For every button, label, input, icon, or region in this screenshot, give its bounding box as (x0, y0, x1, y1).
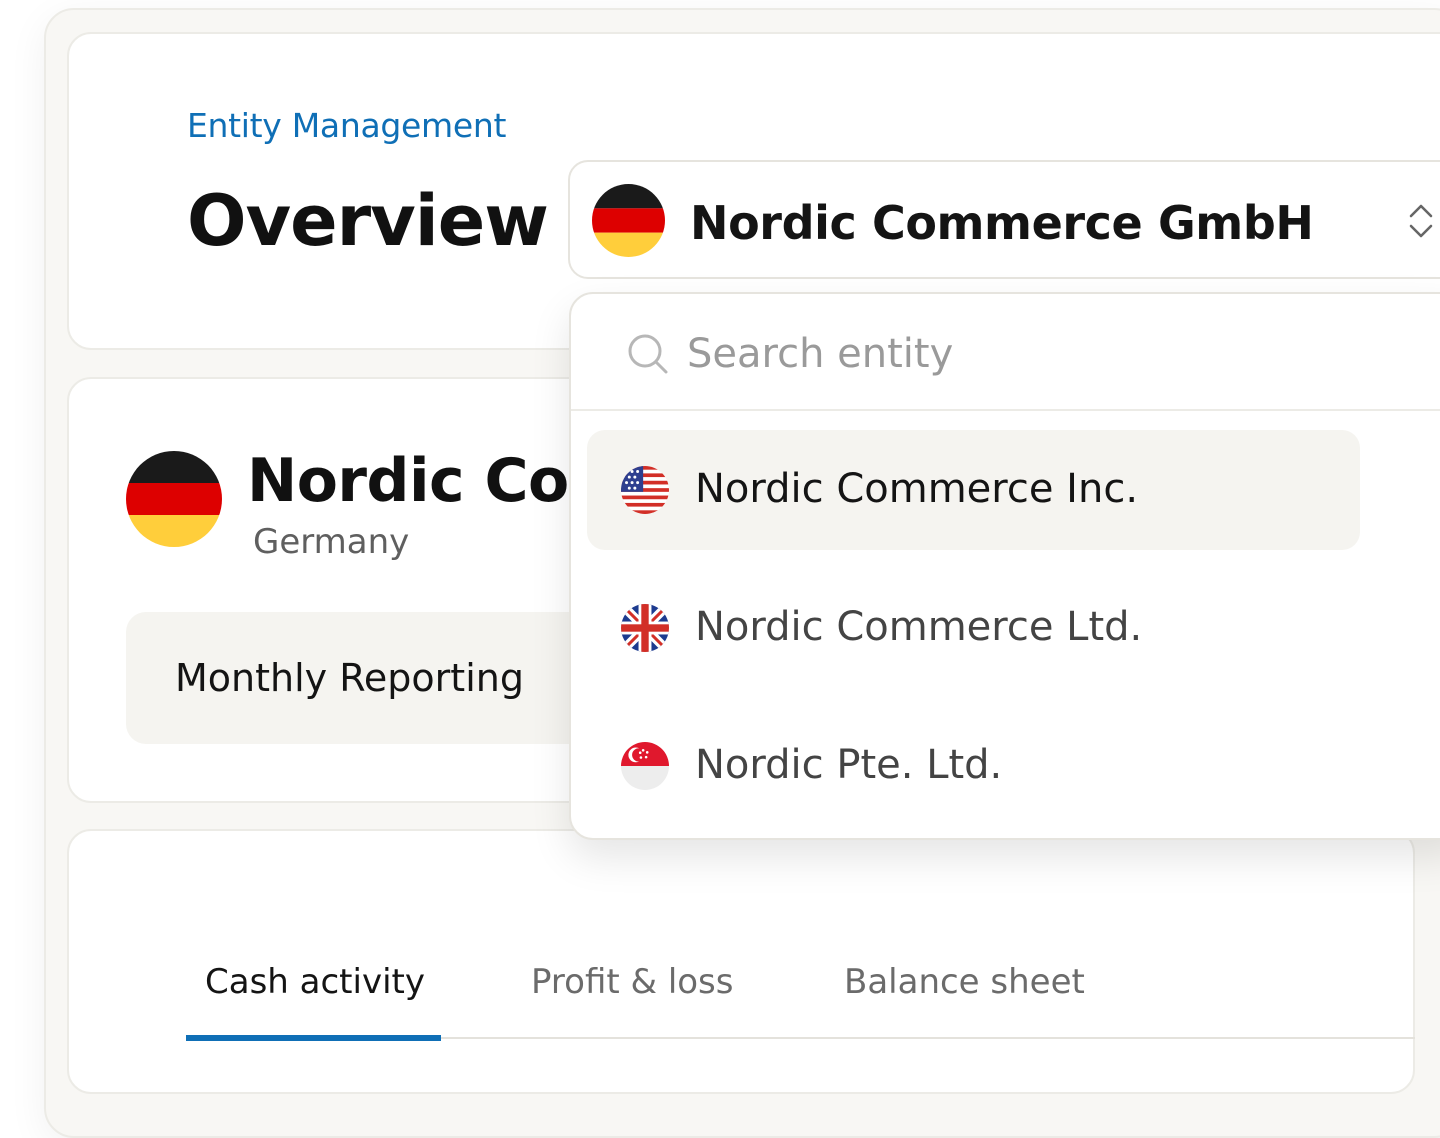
entity-option-label: Nordic Commerce Ltd. (695, 604, 1143, 650)
entity-country: Germany (253, 522, 410, 562)
active-tab-indicator (186, 1035, 441, 1041)
germany-flag-icon (592, 184, 665, 257)
usa-flag-icon (621, 466, 669, 514)
entity-name: Nordic Commerce GmbH (247, 446, 577, 516)
monthly-reporting-button[interactable]: Monthly Reporting (126, 612, 596, 744)
search-icon (628, 334, 668, 374)
tab-balance-sheet[interactable]: Balance sheet (844, 962, 1085, 1002)
selected-entity-label: Nordic Commerce GmbH (690, 196, 1314, 250)
search-entity-input[interactable] (687, 324, 1387, 384)
entity-option-us[interactable]: Nordic Commerce Inc. (587, 430, 1360, 550)
dropdown-divider (571, 409, 1440, 411)
breadcrumb[interactable]: Entity Management (187, 106, 506, 145)
germany-flag-icon (126, 451, 222, 547)
entity-option-uk[interactable]: Nordic Commerce Ltd. (587, 568, 1360, 688)
monthly-reporting-label: Monthly Reporting (175, 656, 524, 700)
singapore-flag-icon (621, 742, 669, 790)
entity-option-label: Nordic Commerce Inc. (695, 466, 1139, 512)
chevron-up-down-icon (1409, 204, 1433, 238)
tab-cash-activity[interactable]: Cash activity (205, 962, 425, 1002)
page-title: Overview (187, 180, 549, 262)
entity-option-sg[interactable]: Nordic Pte. Ltd. (587, 706, 1360, 826)
uk-flag-icon (621, 604, 669, 652)
tab-profit-loss[interactable]: Profit & loss (531, 962, 734, 1002)
entity-selector[interactable]: Nordic Commerce GmbH (568, 160, 1440, 279)
entity-dropdown: Nordic Commerce Inc. Nordic Commerce Ltd… (569, 292, 1440, 840)
entity-option-label: Nordic Pte. Ltd. (695, 742, 1003, 788)
